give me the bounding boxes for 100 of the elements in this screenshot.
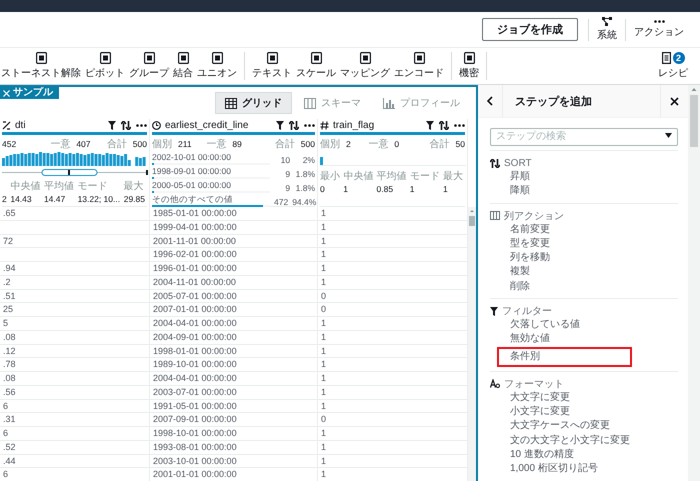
step-item[interactable]: 複製 [490, 265, 530, 280]
create-job-button[interactable]: ジョブを作成 [482, 18, 578, 41]
stat-label: 一意 [206, 138, 226, 151]
step-item[interactable]: 列を移動 [490, 251, 550, 266]
stat-value: 14.47 [44, 194, 66, 204]
columns-icon [304, 98, 316, 108]
table-cell: 1998-10-01 00:00:00 [150, 427, 318, 440]
table-cell: 2004-04-01 00:00:00 [150, 372, 318, 385]
section-title: フィルター [502, 305, 552, 318]
step-item[interactable]: 大文字ケースへの変更 [490, 419, 610, 434]
view-tab[interactable]: グリッド [215, 92, 292, 114]
bar-chart-icon [383, 98, 395, 108]
stat-value: 1 [410, 184, 416, 194]
section-title: SORT [504, 158, 532, 168]
scrollbar[interactable] [468, 207, 476, 481]
column-name: train_flag [333, 120, 374, 131]
search-field[interactable]: ステップの検索 [490, 128, 678, 146]
step-item[interactable]: 大文字に変更 [490, 390, 570, 405]
stat-label: 最大 [124, 180, 145, 193]
tool-icon [360, 52, 370, 64]
stat-label: 一意 [368, 138, 388, 151]
value-label: 2002-10-01 00:00:00 [152, 152, 232, 162]
stat-value: 1 [343, 184, 349, 194]
stat-label: 合計 [430, 138, 450, 151]
step-item[interactable]: 型を変更 [490, 236, 550, 252]
toolbar-button[interactable]: 機密 [458, 52, 480, 80]
stat-label: 中央値 [343, 170, 374, 183]
sort-icon [490, 158, 500, 168]
tool-icon [266, 52, 278, 64]
step-item[interactable]: 降順 [490, 184, 530, 199]
filter-icon [426, 121, 434, 130]
toolbar-button[interactable]: ユニオン [196, 52, 238, 80]
close-icon [670, 96, 679, 106]
step-item[interactable]: 名前変更 [490, 222, 550, 237]
toolbar-button[interactable]: ストーネスト解除 [0, 52, 82, 80]
stat-label: 平均値 [376, 170, 406, 183]
stat-value: 452 [2, 139, 16, 149]
header-action-button[interactable]: アクション [626, 20, 692, 39]
table-cell: .08 [0, 372, 150, 385]
tool-icon [414, 52, 424, 64]
stat-value: 407 [76, 139, 91, 149]
range-slider-drawing[interactable] [2, 169, 148, 176]
value-percent: 94.4% [292, 197, 316, 207]
toolbar-button[interactable]: ピボット [84, 52, 126, 80]
value-percent: 1.8% [294, 169, 315, 179]
step-item[interactable]: 削除 [490, 280, 530, 294]
step-item[interactable]: 無効な値 [490, 332, 550, 347]
step-item[interactable]: 小文字に変更 [490, 404, 570, 420]
document-icon [662, 52, 670, 64]
stat-value: 500 [300, 139, 315, 149]
clock-icon [152, 121, 161, 130]
tool-icon [100, 52, 110, 64]
stat-label: 合計 [274, 138, 295, 151]
columns-icon [490, 211, 500, 220]
chevron-left-icon [487, 96, 493, 106]
more-icon [136, 124, 147, 127]
value-label: 1998-09-01 00:00:00 [152, 166, 232, 176]
tool-icon [464, 52, 474, 64]
stat-value: 0 [320, 184, 326, 194]
toolbar-button[interactable]: グループ [128, 52, 170, 80]
step-item[interactable]: 欠落している値 [490, 318, 580, 332]
tool-icon [178, 52, 188, 64]
filter-icon [276, 121, 284, 130]
table-cell: 1999-04-01 00:00:00 [150, 220, 318, 234]
stat-value: 1 [443, 184, 449, 194]
nodes-icon [602, 17, 612, 26]
table-cell: 2001-11-01 00:00:00 [150, 234, 318, 248]
stat-value: 2 [346, 139, 351, 149]
scrollbar[interactable] [688, 85, 700, 481]
table-cell: .52 [0, 440, 150, 454]
stat-label: 個別 [320, 138, 340, 151]
more-icon [454, 124, 465, 127]
step-item[interactable]: 条件別 [497, 346, 632, 367]
section-title: 列アクション [504, 210, 564, 223]
table-cell: 1998-01-01 00:00:00 [150, 344, 318, 358]
text-format-icon [490, 379, 500, 388]
table-cell: .12 [0, 344, 150, 358]
step-item[interactable]: 文の大文字と小文字に変更 [490, 434, 630, 448]
table-cell: .56 [0, 386, 150, 398]
stat-value: 211 [178, 139, 192, 149]
toolbar-button[interactable]: エンコード [393, 52, 445, 80]
recipe-button[interactable]: 2 レシピ [652, 51, 694, 81]
caret-icon [665, 132, 672, 138]
header-action-button[interactable]: 系統 [589, 17, 625, 42]
toolbar-button[interactable]: マッピング [339, 52, 391, 80]
stat-label: 合計 [106, 138, 127, 151]
step-item[interactable]: 昇順 [490, 170, 530, 184]
stat-label: モード [410, 170, 440, 183]
step-item[interactable]: 1,000 桁区切り記号 [490, 462, 598, 476]
stat-value: 50 [456, 139, 465, 149]
toolbar-button[interactable]: 結合 [172, 52, 194, 80]
table-cell: 1993-08-01 00:00:00 [150, 440, 318, 454]
toolbar-button[interactable]: スケール [295, 52, 337, 80]
section-title: フォーマット [504, 378, 564, 391]
toolbar-button[interactable]: テキスト [251, 52, 293, 80]
stat-label: 最小 [320, 170, 340, 183]
panel-title: ステップを追加 [514, 94, 592, 108]
step-item[interactable]: 10 進数の精度 [490, 448, 574, 462]
table-cell: .44 [0, 454, 150, 468]
stat-value: 0.85 [376, 184, 394, 194]
